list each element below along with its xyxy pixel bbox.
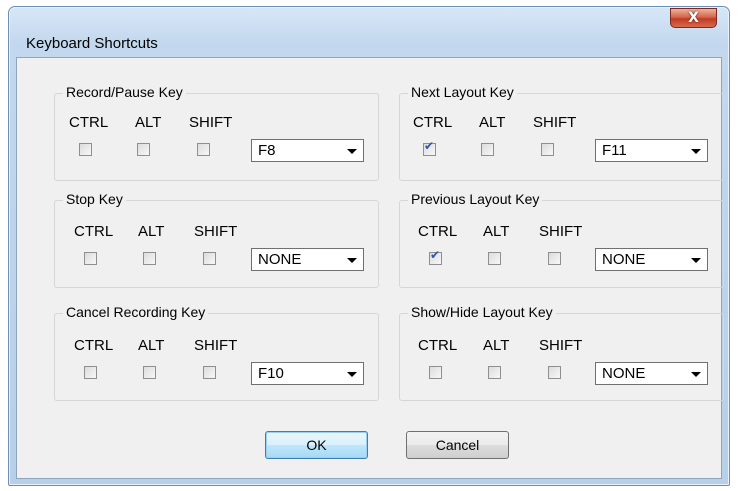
dialog-client-area: Record/Pause Key CTRL ALT SHIFT F8 Stop … [16, 57, 724, 479]
group-stop-key: Stop Key CTRL ALT SHIFT NONE [54, 191, 379, 288]
shift-checkbox[interactable] [203, 252, 216, 265]
alt-checkbox[interactable] [137, 143, 150, 156]
checkmark-icon: ✔ [424, 139, 435, 153]
ctrl-checkbox[interactable] [429, 366, 442, 379]
key-select-value: F10 [258, 365, 284, 382]
checkmark-icon: ✔ [430, 248, 441, 262]
alt-label: ALT [138, 223, 165, 240]
shift-label: SHIFT [539, 337, 583, 354]
dropdown-arrow-icon [691, 258, 701, 263]
shift-label: SHIFT [194, 223, 238, 240]
key-select[interactable]: NONE [595, 248, 708, 271]
shift-label: SHIFT [539, 223, 583, 240]
key-select[interactable]: NONE [251, 248, 364, 271]
group-cancel-recording-key: Cancel Recording Key CTRL ALT SHIFT F10 [54, 304, 379, 401]
ctrl-checkbox[interactable]: ✔ [423, 139, 436, 156]
ctrl-checkbox[interactable]: ✔ [429, 248, 442, 265]
shift-checkbox[interactable] [203, 366, 216, 379]
dropdown-arrow-icon [347, 372, 357, 377]
group-label: Cancel Recording Key [63, 304, 209, 320]
group-next-layout-key: Next Layout Key CTRL ALT SHIFT ✔ F11 [399, 84, 724, 181]
close-button[interactable]: X [670, 8, 717, 28]
key-select[interactable]: NONE [595, 362, 708, 385]
ctrl-label: CTRL [74, 337, 114, 354]
ok-button[interactable]: OK [265, 431, 368, 459]
key-select-value: NONE [258, 251, 302, 268]
ctrl-label: CTRL [413, 114, 453, 131]
dropdown-arrow-icon [347, 149, 357, 154]
shift-checkbox[interactable] [197, 143, 210, 156]
shift-label: SHIFT [194, 337, 238, 354]
ctrl-label: CTRL [418, 337, 458, 354]
alt-checkbox[interactable] [488, 366, 501, 379]
dropdown-arrow-icon [347, 258, 357, 263]
group-label: Show/Hide Layout Key [408, 304, 556, 320]
group-label: Stop Key [63, 191, 126, 207]
group-previous-layout-key: Previous Layout Key CTRL ALT SHIFT ✔ NON… [399, 191, 724, 288]
ctrl-checkbox[interactable] [84, 366, 97, 379]
group-label: Next Layout Key [408, 84, 517, 100]
key-select[interactable]: F10 [251, 362, 364, 385]
group-label: Record/Pause Key [63, 84, 186, 100]
key-select[interactable]: F11 [595, 139, 708, 162]
window-title: Keyboard Shortcuts [26, 35, 158, 52]
ctrl-checkbox[interactable] [79, 143, 92, 156]
shift-checkbox[interactable] [548, 366, 561, 379]
dropdown-arrow-icon [691, 372, 701, 377]
key-select-value: F11 [602, 142, 627, 159]
alt-checkbox[interactable] [143, 252, 156, 265]
alt-label: ALT [483, 337, 510, 354]
alt-checkbox[interactable] [488, 252, 501, 265]
ctrl-label: CTRL [69, 114, 109, 131]
alt-checkbox[interactable] [481, 143, 494, 156]
shift-checkbox[interactable] [541, 143, 554, 156]
key-select-value: NONE [602, 365, 646, 382]
alt-checkbox[interactable] [143, 366, 156, 379]
ctrl-label: CTRL [418, 223, 458, 240]
key-select[interactable]: F8 [251, 139, 364, 162]
cancel-button[interactable]: Cancel [406, 431, 509, 459]
alt-label: ALT [483, 223, 510, 240]
shift-label: SHIFT [189, 114, 233, 131]
group-label: Previous Layout Key [408, 191, 543, 207]
close-icon: X [688, 10, 699, 26]
ctrl-checkbox[interactable] [84, 252, 97, 265]
group-record-pause-key: Record/Pause Key CTRL ALT SHIFT F8 [54, 84, 379, 181]
alt-label: ALT [135, 114, 162, 131]
key-select-value: F8 [258, 142, 276, 159]
alt-label: ALT [479, 114, 506, 131]
keyboard-shortcuts-window: X Keyboard Shortcuts Record/Pause Key CT… [8, 6, 730, 486]
shift-checkbox[interactable] [548, 252, 561, 265]
alt-label: ALT [138, 337, 165, 354]
shift-label: SHIFT [533, 114, 577, 131]
key-select-value: NONE [602, 251, 646, 268]
dropdown-arrow-icon [691, 149, 701, 154]
group-show-hide-layout-key: Show/Hide Layout Key CTRL ALT SHIFT NONE [399, 304, 724, 401]
ctrl-label: CTRL [74, 223, 114, 240]
